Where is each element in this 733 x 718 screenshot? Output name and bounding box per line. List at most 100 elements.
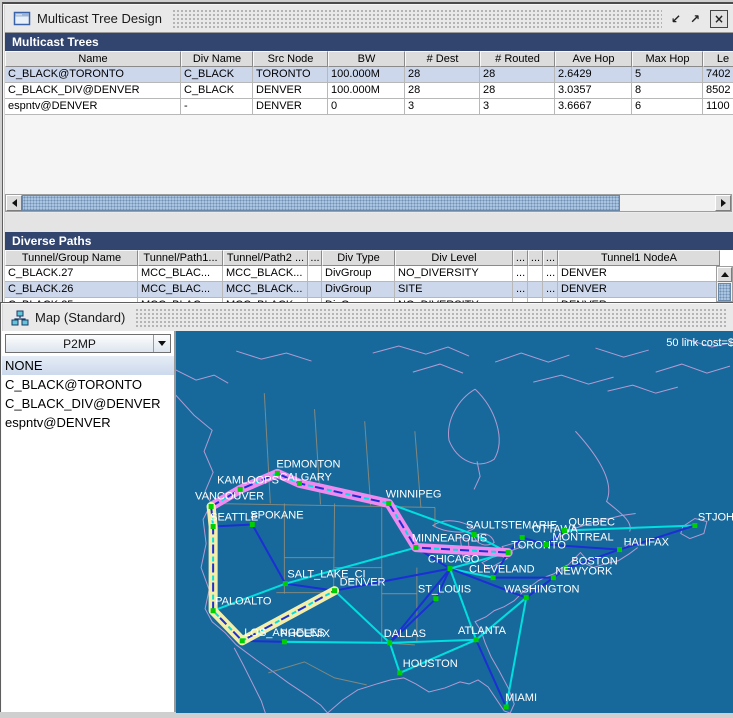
diverse-paths-table: Tunnel/Group NameTunnel/Path1...Tunnel/P… [5,250,733,302]
column-header[interactable]: ... [308,250,322,266]
map-node-KAMLOOPS[interactable] [238,487,243,492]
multicast-horizontal-scrollbar[interactable] [5,194,732,212]
cell: 8 [632,83,703,99]
cell: C_BLACK [181,83,253,99]
map-node-label: WINNIPEG [386,488,442,500]
column-header[interactable]: Tunnel/Path2 ... [223,250,308,266]
column-header[interactable]: BW [328,51,405,67]
window-icon [13,11,31,27]
diverse-vertical-scrollbar[interactable] [716,266,733,302]
frame2-titlebar[interactable]: Map (Standard) [3,304,733,332]
column-header[interactable]: ... [513,250,528,266]
p2mp-dropdown-label: P2MP [6,337,153,351]
map-node-OTTAWA[interactable] [520,535,525,540]
cell: 5 [632,67,703,83]
map-canvas[interactable]: VANCOUVERSEATTLEKAMLOOPSEDMONTONCALGARYS… [176,331,733,712]
cell [308,282,322,298]
map-node-PHOENIX[interactable] [282,639,287,644]
minimize-button[interactable]: ↙ [668,11,684,27]
cell: 2.6429 [555,67,632,83]
cell: DENVER [253,99,328,115]
cell: DivGroup [322,282,395,298]
map-node-VANCOUVER[interactable] [209,504,214,509]
column-header[interactable]: # Dest [405,51,480,67]
map-node-SPOKANE[interactable] [250,522,255,527]
column-header[interactable]: Div Type [322,250,395,266]
cell: ... [513,266,528,282]
table-row[interactable]: C_BLACK.26MCC_BLAC...MCC_BLACK...DivGrou… [5,282,733,298]
map-node-HOUSTON[interactable] [397,670,402,675]
table-row[interactable]: C_BLACK@TORONTOC_BLACKTORONTO100.000M282… [5,67,733,83]
p2mp-dropdown[interactable]: P2MP [5,334,171,353]
map-node-LOS_ANGELES[interactable] [240,638,245,643]
sitemap-icon [11,310,29,326]
cell: DENVER [558,266,720,282]
cell [308,266,322,282]
map-node-CLEVELAND[interactable] [491,575,496,580]
frame1-titlebar[interactable]: Multicast Tree Design ↙ ↗ × [5,5,733,33]
tree-list-item[interactable]: C_BLACK@TORONTO [2,375,174,394]
map-node-PALOALTO[interactable] [211,608,216,613]
frame1-title: Multicast Tree Design [37,11,172,26]
map-node-label: DENVER [340,577,386,589]
column-header[interactable]: Name [5,51,181,67]
scroll-right-button[interactable] [715,195,731,211]
map-node-SALT_LAKE_CI[interactable] [283,581,288,586]
column-header[interactable]: # Routed [480,51,555,67]
map-node-WINNIPEG[interactable] [386,501,391,506]
close-button[interactable]: × [710,10,728,28]
triangle-up-icon [721,272,729,277]
map-node-WASHINGTON[interactable] [524,595,529,600]
column-header[interactable]: ... [528,250,543,266]
horizontal-scroll-track[interactable] [620,195,715,211]
map-node-SAULTSTEMARIE[interactable] [472,532,477,537]
map-node-ST_LOUIS[interactable] [433,596,438,601]
column-header[interactable]: Ave Hop [555,51,632,67]
column-header[interactable]: Tunnel/Group Name [5,250,138,266]
cell: 1100 [703,99,733,115]
map-node-DENVER[interactable] [332,588,337,593]
map-node-ATLANTA[interactable] [474,637,479,642]
table-row[interactable]: espntv@DENVER-DENVER0333.666761100 [5,99,733,115]
map-node-SEATTLE[interactable] [211,524,216,529]
tree-list-item[interactable]: NONE [2,356,174,375]
cell: 7402 [703,67,733,83]
map-node-TORONTO[interactable] [506,550,511,555]
column-header[interactable]: Tunnel/Path1... [138,250,223,266]
map-node-MONTREAL[interactable] [544,542,549,547]
cell: ... [543,282,558,298]
frame2-title: Map (Standard) [35,310,135,325]
scroll-left-button[interactable] [6,195,22,211]
table-row[interactable]: C_BLACK.27MCC_BLAC...MCC_BLACK...DivGrou… [5,266,733,282]
map-node-label: ATLANTA [458,625,507,637]
tree-list-item[interactable]: C_BLACK_DIV@DENVER [2,394,174,413]
map-node-QUEBEC[interactable] [562,528,567,533]
map-node-CHICAGO[interactable] [447,566,452,571]
column-header[interactable]: Tunnel1 NodeA [558,250,720,266]
cell: ... [543,266,558,282]
map-node-MIAMI[interactable] [504,704,509,709]
map-node-HALIFAX[interactable] [617,547,622,552]
vertical-scroll-thumb[interactable] [718,283,731,301]
diverse-paths-header: Diverse Paths [5,232,733,250]
tree-list-item[interactable]: espntv@DENVER [2,413,174,432]
cell: - [181,99,253,115]
map-node-DALLAS[interactable] [387,640,392,645]
column-header[interactable]: Le [703,51,733,67]
cell: 3 [405,99,480,115]
cell: 100.000M [328,83,405,99]
column-header[interactable]: Div Level [395,250,513,266]
column-header[interactable]: ... [543,250,558,266]
cell: 100.000M [328,67,405,83]
maximize-button[interactable]: ↗ [687,11,703,27]
column-header[interactable]: Src Node [253,51,328,67]
column-header[interactable]: Div Name [181,51,253,67]
map-node-MINNEAPOLIS[interactable] [413,545,418,550]
horizontal-scroll-thumb[interactable] [22,195,620,211]
table-row[interactable]: C_BLACK_DIV@DENVERC_BLACKDENVER100.000M2… [5,83,733,99]
scroll-up-button[interactable] [717,267,732,282]
cell: DivGroup [322,266,395,282]
cell: 28 [405,67,480,83]
column-header[interactable]: Max Hop [632,51,703,67]
map-node-STJOHNS[interactable] [692,523,697,528]
